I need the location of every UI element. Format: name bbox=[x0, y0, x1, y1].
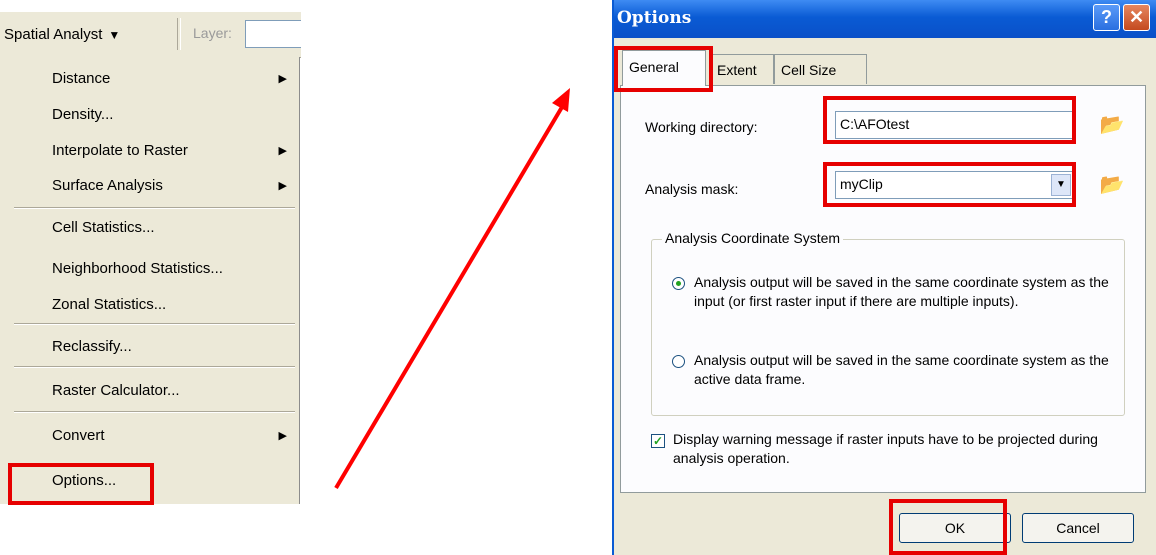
dialog-title: Options bbox=[617, 8, 692, 28]
arrow-shaft bbox=[334, 100, 567, 490]
options-dialog: Options ? ✕ General Extent Cell Size Wor… bbox=[612, 0, 1156, 555]
radio-active-data-frame-label: Analysis output will be saved in the sam… bbox=[694, 352, 1109, 387]
warning-checkbox[interactable]: ✓ bbox=[651, 434, 665, 448]
tab-cell-size[interactable]: Cell Size bbox=[774, 54, 867, 84]
close-icon: ✕ bbox=[1128, 7, 1145, 27]
analysis-mask-highlight-box bbox=[823, 162, 1076, 207]
general-tab-panel: Working directory: C:\AFOtest 📂 Analysis… bbox=[620, 85, 1146, 493]
radio-same-as-input-label: Analysis output will be saved in the sam… bbox=[694, 274, 1109, 309]
close-button[interactable]: ✕ bbox=[1123, 4, 1150, 31]
dialog-titlebar[interactable]: Options ? ✕ bbox=[614, 0, 1156, 38]
analysis-coordinate-system-title: Analysis Coordinate System bbox=[662, 230, 844, 246]
tab-extent[interactable]: Extent bbox=[710, 54, 774, 84]
browse-folder-icon[interactable]: 📂 bbox=[1097, 170, 1127, 200]
working-directory-highlight-box bbox=[823, 96, 1076, 144]
general-tab-highlight-box bbox=[614, 46, 713, 92]
tab-label: Extent bbox=[717, 62, 757, 78]
ok-highlight-box bbox=[889, 499, 1007, 555]
working-directory-label: Working directory: bbox=[645, 119, 758, 135]
help-button[interactable]: ? bbox=[1093, 4, 1120, 31]
browse-folder-icon[interactable]: 📂 bbox=[1097, 110, 1127, 140]
help-icon: ? bbox=[1101, 7, 1112, 27]
radio-same-as-input[interactable] bbox=[672, 277, 685, 290]
cancel-button-label: Cancel bbox=[1056, 520, 1100, 536]
analysis-coordinate-system-group: Analysis Coordinate System Analysis outp… bbox=[651, 230, 1125, 416]
radio-active-data-frame[interactable] bbox=[672, 355, 685, 368]
analysis-mask-label: Analysis mask: bbox=[645, 181, 739, 197]
tab-label: Cell Size bbox=[781, 62, 837, 78]
warning-checkbox-label: Display warning message if raster inputs… bbox=[673, 431, 1098, 466]
cancel-button[interactable]: Cancel bbox=[1022, 513, 1134, 543]
